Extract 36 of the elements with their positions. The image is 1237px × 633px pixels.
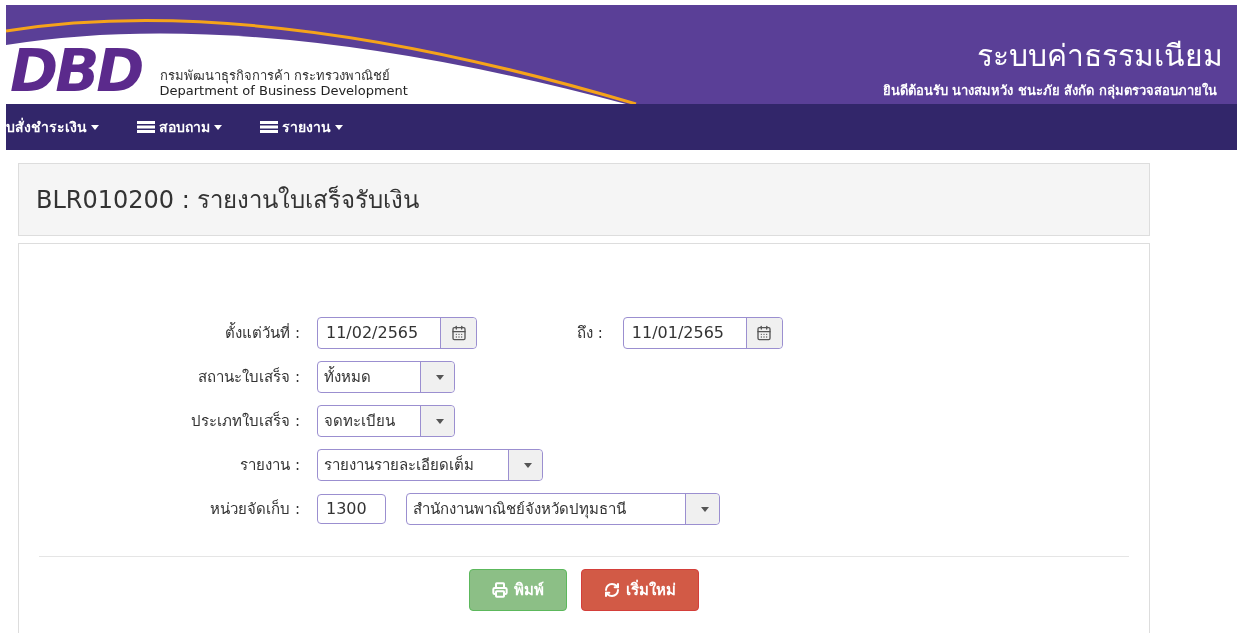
org-name-english: Department of Business Development: [159, 83, 408, 99]
reset-button[interactable]: เริ่มใหม่: [581, 569, 699, 611]
nav-menu-item[interactable]: รายงาน: [260, 116, 343, 138]
nav-menu-item[interactable]: บสั่งชำระเงิน: [6, 116, 99, 138]
field-label: สถานะใบเสร็จ :: [197, 366, 301, 388]
caret-icon: [435, 374, 444, 380]
select-dropdown[interactable]: สำนักงานพาณิชย์จังหวัดปทุมธานี: [406, 493, 720, 525]
org-name-thai: กรมพัฒนาธุรกิจการค้า กระทรวงพาณิชย์: [159, 68, 391, 83]
calendar-icon: [450, 325, 467, 341]
caret-icon: [435, 418, 444, 424]
list-icon: [137, 121, 155, 133]
field-label: ประเภทใบเสร็จ :: [190, 410, 301, 432]
select-dropdown[interactable]: รายงานรายละเอียดเต็ม: [317, 449, 543, 481]
welcome-text: ยินดีต้อนรับ นางสมหวัง ชนะภัย สังกัด กลุ่มตรวจสอบภายใน: [882, 81, 1217, 101]
field-label: หน่วยจัดเก็บ :: [209, 498, 301, 520]
page-title: BLR010200 : รายงานใบเสร็จรับเงิน: [36, 184, 420, 216]
refresh-icon: [604, 582, 620, 598]
dbd-logo: DBD: [9, 41, 143, 101]
date-field[interactable]: 11/02/2565: [317, 317, 477, 349]
select-dropdown[interactable]: ทั้งหมด: [317, 361, 455, 393]
field-label: รายงาน :: [239, 454, 301, 476]
select-dropdown[interactable]: จดทะเบียน: [317, 405, 455, 437]
caret-icon: [91, 124, 99, 130]
field-label: ถึง :: [577, 322, 603, 344]
caret-icon: [523, 462, 532, 468]
list-icon: [260, 121, 278, 133]
nav-menu-item[interactable]: สอบถาม: [137, 116, 222, 138]
field-label: ตั้งแต่วันที่ :: [224, 321, 301, 344]
caret-icon: [214, 124, 222, 130]
caret-icon: [335, 124, 343, 130]
date-field[interactable]: 11/01/2565: [622, 317, 783, 349]
calendar-icon: [756, 325, 773, 341]
system-title: ระบบค่าธรรมเนียม: [977, 37, 1223, 75]
caret-icon: [700, 506, 709, 512]
code-field[interactable]: 1300: [317, 494, 386, 524]
printer-icon: [492, 582, 508, 598]
